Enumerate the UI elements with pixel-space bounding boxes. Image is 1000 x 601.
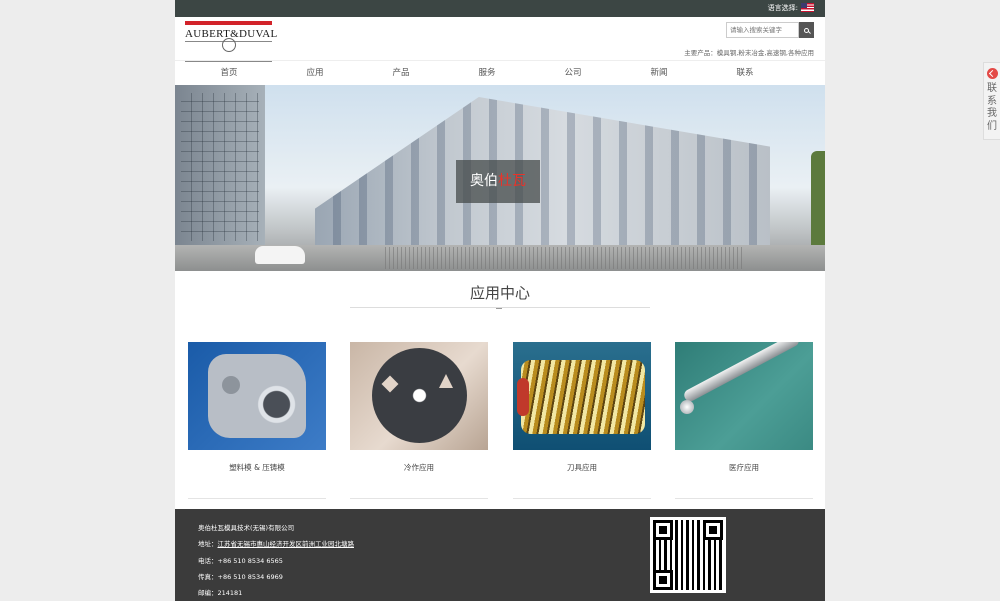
card-label[interactable]: 塑料模 & 压铸模	[188, 462, 326, 473]
card-label[interactable]: 医疗应用	[675, 462, 813, 473]
aubert-duval-logo[interactable]: AUBERT&DUVAL	[185, 21, 277, 62]
banner-title: 奥伯杜瓦	[456, 160, 540, 203]
nav-item-news[interactable]: 新闻	[616, 61, 702, 85]
address-label: 地址：	[198, 540, 218, 549]
plastic-die-casting-image[interactable]	[188, 342, 326, 450]
footer-postcode: 邮编：214181	[198, 589, 243, 598]
section-divider	[350, 305, 650, 309]
chevron-left-icon	[987, 68, 998, 79]
card-divider	[513, 498, 651, 499]
application-card[interactable]: 刀具应用	[513, 342, 651, 499]
application-card[interactable]: 塑料模 & 压铸模	[188, 342, 326, 499]
nav-item-applications[interactable]: 应用	[272, 61, 358, 85]
card-divider	[350, 498, 488, 499]
banner-title-white: 奥伯	[470, 173, 498, 189]
nav-item-services[interactable]: 服务	[444, 61, 530, 85]
cutting-tool-image[interactable]	[513, 342, 651, 450]
casting-part	[208, 354, 306, 438]
nav-item-company[interactable]: 公司	[530, 61, 616, 85]
medical-image[interactable]	[675, 342, 813, 450]
footer-company: 奥伯杜瓦模具技术(无锡)有限公司	[198, 524, 295, 532]
card-divider	[675, 498, 813, 499]
application-card[interactable]: 冷作应用	[350, 342, 488, 499]
main-nav: 首页 应用 产品 服务 公司 新闻 联系	[175, 60, 825, 85]
hob-cutter	[517, 360, 645, 434]
nav-item-products[interactable]: 产品	[358, 61, 444, 85]
section-title: 应用中心	[469, 284, 530, 302]
footer: 奥伯杜瓦模具技术(无锡)有限公司 地址：江苏省无锡市惠山经济开发区前洲工业园北塘…	[175, 509, 825, 601]
search-box	[726, 22, 814, 38]
nav-item-contact[interactable]: 联系	[702, 61, 788, 85]
banner-left-building	[175, 85, 265, 271]
search-icon	[804, 27, 809, 33]
card-divider	[188, 498, 326, 499]
side-tab-label: 联系我们	[987, 83, 997, 132]
disc-part	[372, 348, 467, 443]
banner-title-red: 杜瓦	[498, 173, 526, 189]
banner-gate	[385, 247, 745, 269]
footer-contact-info: 奥伯杜瓦模具技术(无锡)有限公司 地址：江苏省无锡市惠山经济开发区前洲工业园北塘…	[198, 520, 354, 601]
address-link[interactable]: 江苏省无锡市惠山经济开发区前洲工业园北塘路	[218, 540, 355, 548]
hero-banner[interactable]: 奥伯杜瓦	[175, 85, 825, 271]
application-card[interactable]: 医疗应用	[675, 342, 813, 499]
footer-phone: 电话：+86 510 8534 6565	[198, 556, 283, 565]
cold-work-image[interactable]	[350, 342, 488, 450]
logo-emblem-icon	[222, 38, 236, 52]
qr-finder	[653, 570, 673, 590]
implant-head	[680, 400, 694, 414]
qr-finder	[653, 520, 673, 540]
nav-item-home[interactable]: 首页	[186, 61, 272, 85]
qr-pattern	[653, 520, 723, 590]
footer-fax: 传真：+86 510 8534 6969	[198, 572, 283, 581]
top-bar: 语言选择:	[175, 0, 825, 17]
us-flag-icon[interactable]	[801, 3, 814, 12]
qr-finder	[703, 520, 723, 540]
main-products-text: 主要产品：模具钢,粉末冶金,高速钢,各种应用	[684, 49, 814, 57]
logo-red-bar	[185, 21, 272, 25]
search-button[interactable]	[799, 22, 814, 38]
divider-arrow-icon	[496, 305, 502, 309]
card-label[interactable]: 刀具应用	[513, 462, 651, 473]
contact-us-side-tab[interactable]: 联系我们	[983, 62, 1000, 140]
page-container: 语言选择: AUBERT&DUVAL 主要产品：模具钢,粉末冶金,高速钢,各种应…	[175, 0, 825, 601]
qr-code	[650, 517, 726, 593]
footer-address: 地址：江苏省无锡市惠山经济开发区前洲工业园北塘路	[198, 536, 354, 552]
search-input[interactable]	[726, 22, 799, 38]
language-select-label: 语言选择:	[767, 4, 798, 12]
implant-stem	[682, 342, 801, 404]
banner-car	[255, 246, 305, 264]
card-label[interactable]: 冷作应用	[350, 462, 488, 473]
